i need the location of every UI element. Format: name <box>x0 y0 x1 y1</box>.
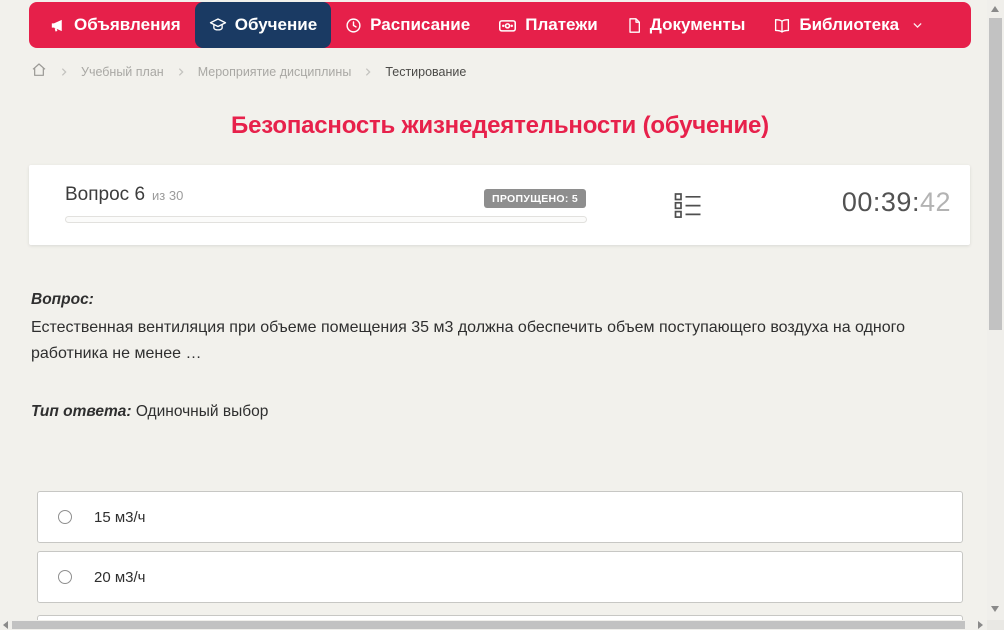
scroll-right-arrow-icon[interactable] <box>978 621 983 629</box>
answer-type: Тип ответа: Одиночный выбор <box>31 403 268 421</box>
nav-item-label: Объявления <box>74 15 181 34</box>
top-navbar: Объявления Обучение Расписание Платежи Д… <box>29 2 971 48</box>
answer-type-value: Одиночный выбор <box>135 403 269 420</box>
scroll-left-arrow-icon[interactable] <box>3 621 8 629</box>
graduation-cap-icon <box>209 16 227 34</box>
answer-option-label: 20 м3/ч <box>94 568 146 586</box>
nav-item-announcements[interactable]: Объявления <box>35 2 195 48</box>
page: Объявления Обучение Расписание Платежи Д… <box>0 0 1004 630</box>
chevron-right-icon <box>59 67 69 77</box>
skipped-badge: ПРОПУЩЕНО: 5 <box>484 189 586 208</box>
nav-item-label: Обучение <box>234 15 318 34</box>
answer-type-label: Тип ответа: <box>31 403 132 420</box>
book-icon <box>773 17 791 34</box>
question-header-card: Вопрос 6 из 30 ПРОПУЩЕНО: 5 00:39:42 <box>29 165 970 245</box>
scroll-down-arrow-icon[interactable] <box>991 606 999 612</box>
nav-item-payments[interactable]: Платежи <box>484 2 612 48</box>
clock-icon <box>345 17 362 34</box>
payments-icon <box>498 17 517 34</box>
timer: 00:39:42 <box>842 187 951 218</box>
document-icon <box>626 17 642 34</box>
nav-item-schedule[interactable]: Расписание <box>331 2 484 48</box>
radio-icon[interactable] <box>58 570 72 584</box>
nav-item-learning[interactable]: Обучение <box>194 2 332 48</box>
scrollbar-corner <box>987 620 1004 630</box>
question-label: Вопрос: <box>31 291 94 308</box>
question-counter: Вопрос 6 из 30 <box>65 184 183 206</box>
nav-item-documents[interactable]: Документы <box>612 2 760 48</box>
question-number: Вопрос 6 <box>65 184 146 205</box>
breadcrumb-item-discipline-event[interactable]: Мероприятие дисциплины <box>198 65 352 79</box>
question-text: Естественная вентиляция при объеме помещ… <box>31 319 906 362</box>
vertical-scrollbar-thumb[interactable] <box>989 18 1002 330</box>
home-icon[interactable] <box>31 62 47 81</box>
nav-item-library[interactable]: Библиотека <box>759 2 938 48</box>
breadcrumb-item-testing: Тестирование <box>385 64 467 79</box>
breadcrumb-item-curriculum[interactable]: Учебный план <box>81 65 164 79</box>
horizontal-scrollbar-thumb[interactable] <box>12 621 965 629</box>
chevron-down-icon <box>911 19 924 32</box>
megaphone-icon <box>49 17 66 34</box>
chevron-right-icon <box>176 67 186 77</box>
answer-option-label: 15 м3/ч <box>94 508 146 526</box>
chevron-right-icon <box>363 67 373 77</box>
timer-hhmm: 00:39: <box>841 187 920 217</box>
nav-item-label: Платежи <box>525 15 598 34</box>
nav-item-label: Библиотека <box>799 15 900 34</box>
answer-option-1[interactable]: 15 м3/ч <box>37 491 963 543</box>
question-list-icon[interactable] <box>674 192 702 219</box>
vertical-scrollbar[interactable] <box>987 0 1004 620</box>
breadcrumb: Учебный план Мероприятие дисциплины Тест… <box>31 62 466 81</box>
scroll-up-arrow-icon[interactable] <box>991 6 999 12</box>
question-total: из 30 <box>152 188 184 203</box>
progress-bar <box>65 216 587 223</box>
horizontal-scrollbar[interactable] <box>0 620 987 630</box>
nav-item-label: Расписание <box>370 15 471 34</box>
page-title: Безопасность жизнедеятельности (обучение… <box>231 112 769 139</box>
nav-item-label: Документы <box>649 15 746 34</box>
timer-seconds: 42 <box>919 187 951 217</box>
radio-icon[interactable] <box>58 510 72 524</box>
answer-option-2[interactable]: 20 м3/ч <box>37 551 963 603</box>
